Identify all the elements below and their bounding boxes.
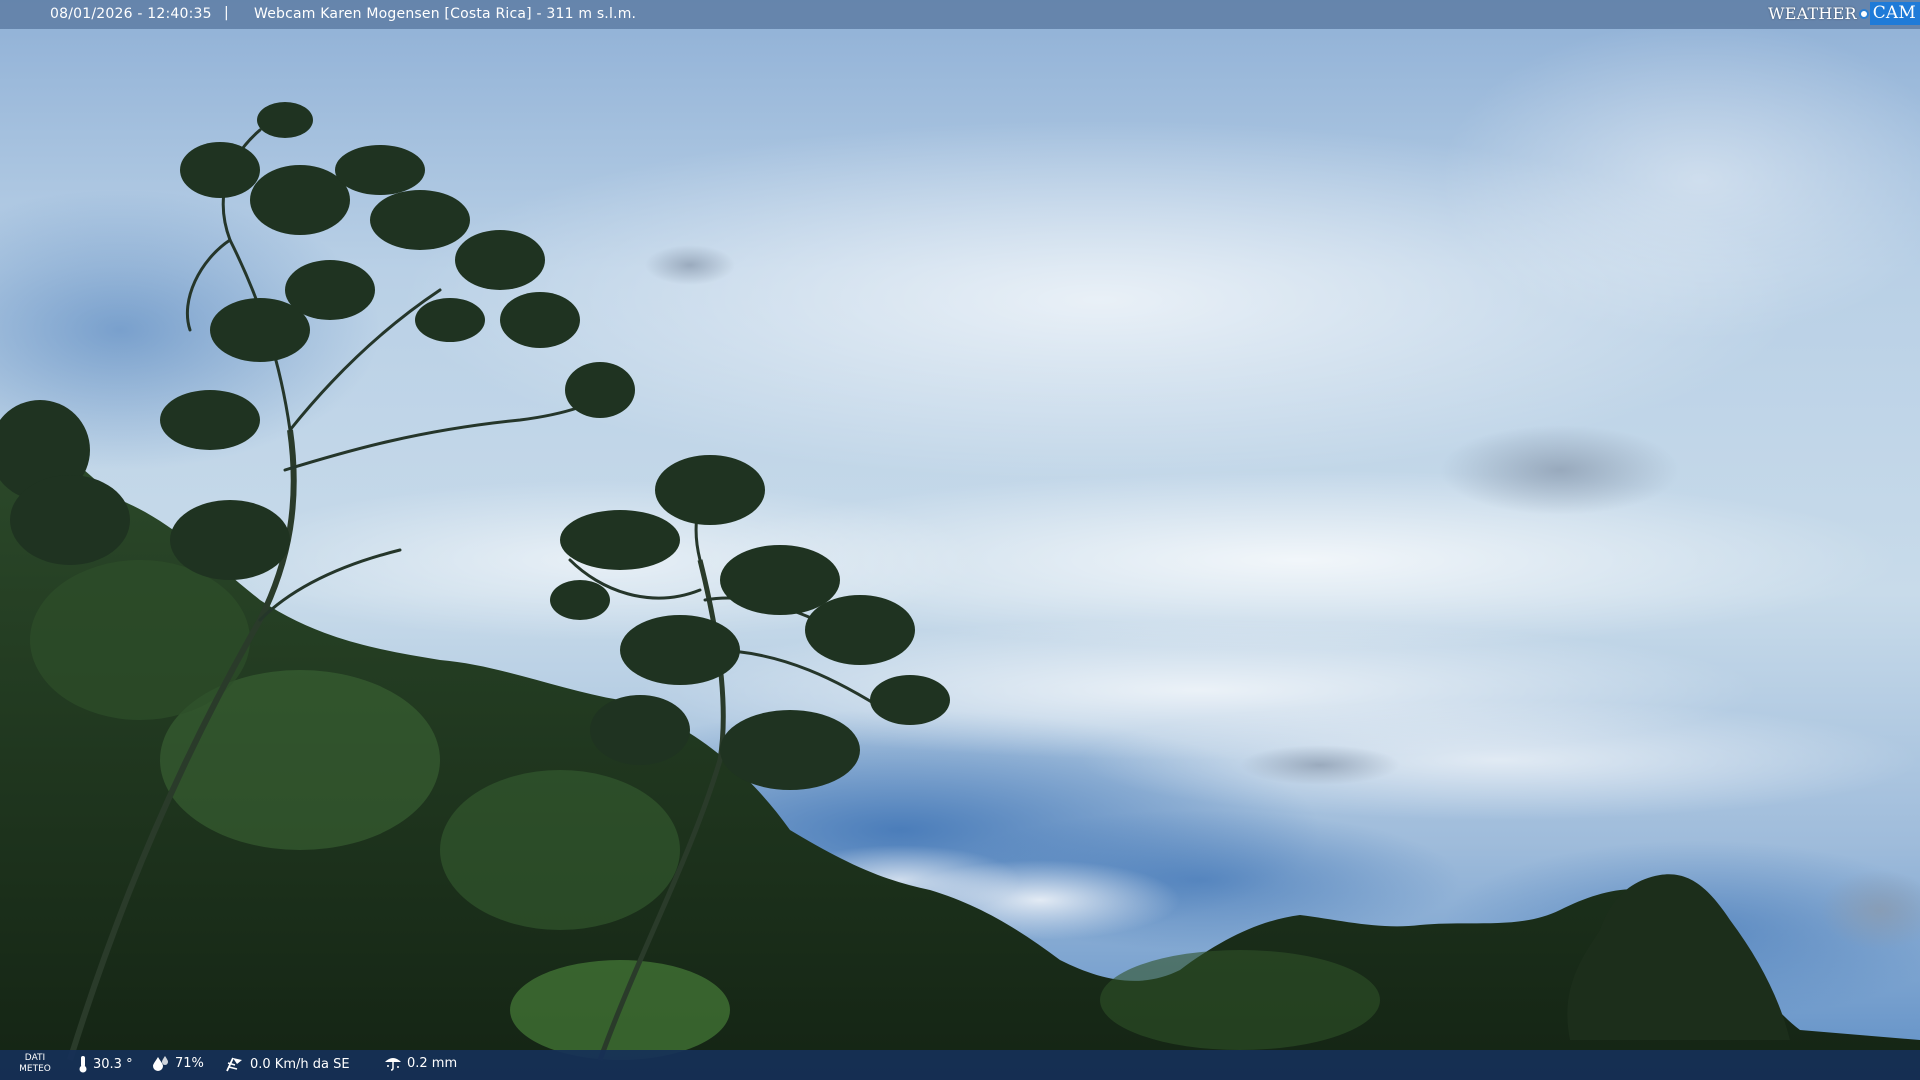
wind-icon bbox=[226, 1057, 242, 1072]
wind-value: 0.0 Km/h da SE bbox=[250, 1056, 350, 1072]
rain-icon bbox=[385, 1058, 401, 1071]
weather-data-label: DATI METEO bbox=[18, 1053, 52, 1075]
sky-and-forest-scene bbox=[0, 0, 1920, 1080]
webcam-title: Webcam Karen Mogensen [Costa Rica] - 311… bbox=[254, 6, 637, 22]
weathercam-logo[interactable]: WEATHER CAM bbox=[1768, 0, 1920, 27]
webcam-image bbox=[0, 0, 1920, 1080]
humidity-reading: 71% bbox=[152, 1055, 204, 1071]
header-separator: | bbox=[224, 5, 229, 21]
logo-word: WEATHER bbox=[1768, 4, 1857, 23]
logo-accent: CAM bbox=[1869, 2, 1920, 25]
thermometer-icon bbox=[79, 1056, 87, 1073]
logo-dot-icon bbox=[1858, 8, 1869, 19]
weather-data-bar: DATI METEO 30.3 ° 71% 0.0 Km/h da SE 0.2… bbox=[0, 1050, 1920, 1080]
humidity-drop-icon bbox=[153, 1056, 168, 1071]
weather-data-label-line1: DATI bbox=[24, 1053, 46, 1063]
humidity-value: 71% bbox=[175, 1055, 204, 1071]
rain-reading: 0.2 mm bbox=[384, 1055, 457, 1071]
webcam-frame: 08/01/2026 - 12:40:35 | Webcam Karen Mog… bbox=[0, 0, 1920, 1080]
weather-data-label-line2: METEO bbox=[19, 1064, 51, 1074]
wind-reading: 0.0 Km/h da SE bbox=[225, 1055, 350, 1073]
temperature-reading: 30.3 ° bbox=[78, 1055, 133, 1073]
rain-value: 0.2 mm bbox=[407, 1055, 458, 1071]
temperature-value: 30.3 ° bbox=[93, 1056, 133, 1072]
header-bar: 08/01/2026 - 12:40:35 | Webcam Karen Mog… bbox=[0, 0, 1920, 29]
timestamp: 08/01/2026 - 12:40:35 bbox=[50, 6, 212, 22]
